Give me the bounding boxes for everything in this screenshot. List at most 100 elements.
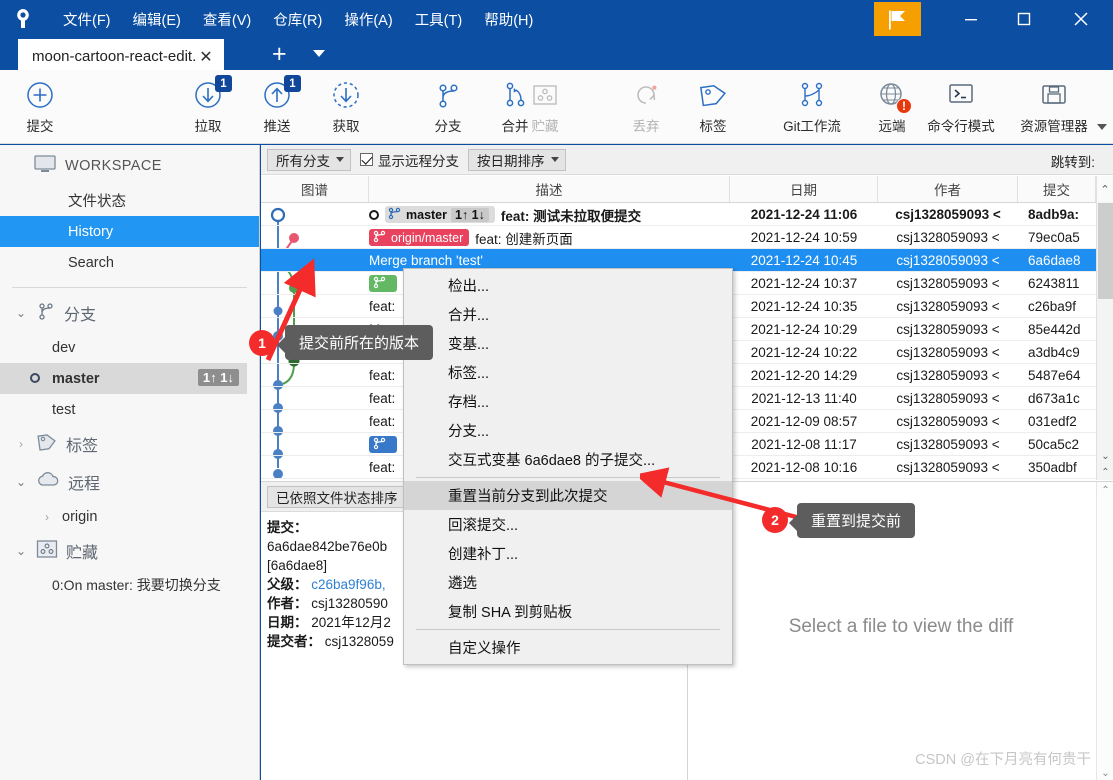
diff-scroll-down-chevron-icon[interactable]: ⌄ <box>1097 765 1113 780</box>
ref-badge-remote[interactable]: origin/master <box>369 229 470 246</box>
tab-close-icon[interactable]: ✕ <box>196 47 215 67</box>
checkbox-icon[interactable] <box>360 153 373 166</box>
scrollbar-thumb[interactable] <box>1098 203 1113 299</box>
branch-filter-dropdown[interactable]: 所有分支 <box>267 148 351 171</box>
menu-item-checkout[interactable]: 检出... <box>404 271 732 300</box>
scroll-down-chevron-icon[interactable]: ⌄ <box>1097 448 1113 464</box>
commit-message: feat: <box>369 368 396 383</box>
column-header-commit[interactable]: 提交 <box>1018 176 1096 202</box>
annotation-callout-2: 重置到提交前 <box>788 503 916 538</box>
diff-scroll-up-chevron-icon[interactable]: ⌃ <box>1097 482 1113 498</box>
chevron-down-icon[interactable]: ⌄ <box>14 544 28 558</box>
toolbar-fetch[interactable]: 获取 <box>310 78 382 138</box>
menu-bar[interactable]: 文件(F) 编辑(E) 查看(V) 仓库(R) 操作(A) 工具(T) 帮助(H… <box>52 0 544 38</box>
minimize-button[interactable] <box>948 2 994 36</box>
menu-item-create-patch[interactable]: 创建补丁... <box>404 539 732 568</box>
detail-parent-value[interactable]: c26ba9f96b, <box>311 577 385 592</box>
toolbar-tag[interactable]: 标签 <box>677 78 749 138</box>
plus-circle-icon <box>25 78 55 112</box>
repo-tab[interactable]: moon-cartoon-react-edit. ✕ <box>18 39 224 70</box>
sidebar-group-tags[interactable]: › 标签 <box>0 425 259 463</box>
sidebar-branch-test[interactable]: test <box>0 394 259 425</box>
menu-item-reverse-commit[interactable]: 回滚提交... <box>404 510 732 539</box>
scroll-end-chevron-icon[interactable]: ⌃ <box>1097 464 1113 480</box>
menu-view[interactable]: 查看(V) <box>192 6 262 33</box>
ref-badge-local-branch[interactable] <box>369 275 397 292</box>
table-row[interactable]: master 1↑ 1↓ feat: 测试未拉取便提交 2021-12-24 1… <box>261 203 1096 226</box>
column-header-description[interactable]: 描述 <box>369 176 730 202</box>
discard-icon <box>632 78 660 112</box>
column-header-author[interactable]: 作者 <box>878 176 1018 202</box>
toolbar-commit[interactable]: 提交 <box>4 78 76 138</box>
menu-item-rebase[interactable]: 变基... <box>404 329 732 358</box>
diff-scrollbar[interactable]: ⌃ ⌄ <box>1096 482 1113 780</box>
menu-help[interactable]: 帮助(H) <box>473 6 544 33</box>
menu-item-tag[interactable]: 标签... <box>404 358 732 387</box>
menu-repository[interactable]: 仓库(R) <box>262 6 333 33</box>
commit-message: feat: 测试未拉取便提交 <box>500 208 642 224</box>
toolbar-pull[interactable]: 1 拉取 <box>172 75 244 138</box>
sidebar-item-history[interactable]: History <box>0 216 259 247</box>
table-row[interactable]: origin/master feat: 创建新页面 2021-12-24 10:… <box>261 226 1096 249</box>
detail-date-key: 日期： <box>267 615 308 630</box>
toolbar-fetch-label: 获取 <box>332 119 360 134</box>
ref-badge-local[interactable]: master 1↑ 1↓ <box>385 206 495 223</box>
sidebar-branch-master[interactable]: master 1↑ 1↓ <box>0 363 247 394</box>
new-tab-button[interactable]: + <box>272 42 287 67</box>
toolbar-push[interactable]: 1 推送 <box>241 75 313 138</box>
sidebar-remote-origin[interactable]: › origin <box>0 501 259 532</box>
chevron-down-icon[interactable]: ⌄ <box>14 306 28 320</box>
flag-button[interactable] <box>874 2 921 36</box>
branch-glyph-icon <box>387 207 402 223</box>
ahead-behind-inline: 1↑ 1↓ <box>451 207 489 222</box>
detail-commit-value: 6a6dae842be76e0b <box>267 539 388 554</box>
sort-order-dropdown[interactable]: 按日期排序 <box>468 148 566 171</box>
menu-item-reset-branch-to-commit[interactable]: 重置当前分支到此次提交 <box>404 481 732 510</box>
menu-actions[interactable]: 操作(A) <box>333 6 403 33</box>
sidebar-group-remotes[interactable]: ⌄ 远程 <box>0 463 259 501</box>
toolbar-stash[interactable]: 贮藏 <box>509 78 581 138</box>
close-button[interactable] <box>1058 2 1104 36</box>
sidebar-group-stashes[interactable]: ⌄ 贮藏 <box>0 532 259 570</box>
toolbar-gitflow[interactable]: Git工作流 <box>766 78 858 138</box>
menu-item-copy-sha[interactable]: 复制 SHA 到剪贴板 <box>404 597 732 626</box>
chevron-down-icon[interactable]: ⌄ <box>14 475 28 489</box>
maximize-button[interactable] <box>1001 2 1047 36</box>
sidebar-group-branches[interactable]: ⌄ 分支 <box>0 294 259 332</box>
menu-file[interactable]: 文件(F) <box>52 6 122 33</box>
chevron-right-icon[interactable]: › <box>14 437 28 451</box>
branch-icon <box>36 301 56 326</box>
commit-sha: 350adbf <box>1028 460 1077 475</box>
menu-item-custom-actions[interactable]: 自定义操作 <box>404 633 732 662</box>
commit-table-scrollbar[interactable]: ⌄ ⌃ <box>1096 202 1113 480</box>
toolbar-terminal[interactable]: 命令行模式 <box>915 78 1007 138</box>
menu-item-interactive-rebase[interactable]: 交互式变基 6a6dae8 的子提交... <box>404 445 732 474</box>
toolbar-explorer[interactable]: 资源管理器 <box>1008 78 1100 138</box>
menu-item-cherry-pick[interactable]: 遴选 <box>404 568 732 597</box>
menu-item-merge[interactable]: 合并... <box>404 300 732 329</box>
menu-tools[interactable]: 工具(T) <box>404 6 474 33</box>
file-sort-dropdown[interactable]: 已依照文件状态排序 <box>267 485 405 508</box>
ref-badge-local-branch[interactable] <box>369 436 397 453</box>
column-header-graph[interactable]: 图谱 <box>261 176 369 202</box>
toolbar-branch[interactable]: 分支 <box>412 78 484 138</box>
sidebar-stash-item[interactable]: 0:On master: 我要切换分支 <box>0 570 259 600</box>
menu-item-archive[interactable]: 存档... <box>404 387 732 416</box>
toolbar-discard[interactable]: 丢弃 <box>610 78 682 138</box>
show-remote-branches-checkbox[interactable]: 显示远程分支 <box>360 150 459 170</box>
menu-edit[interactable]: 编辑(E) <box>122 6 192 33</box>
column-header-date[interactable]: 日期 <box>730 176 878 202</box>
sidebar-branch-dev[interactable]: dev <box>0 332 259 363</box>
menu-item-branch[interactable]: 分支... <box>404 416 732 445</box>
chevron-right-icon[interactable]: › <box>40 510 54 524</box>
toolbar-overflow-chevron-down-icon[interactable] <box>1097 124 1107 130</box>
commit-context-menu[interactable]: 检出... 合并... 变基... 标签... 存档... 分支... 交互式变… <box>403 268 733 665</box>
tab-list-chevron-down-icon[interactable] <box>313 50 325 57</box>
sidebar-item-search[interactable]: Search <box>0 247 259 278</box>
commit-table-header: 图谱 描述 日期 作者 提交 <box>261 176 1113 203</box>
table-scroll-up-chevron-icon[interactable]: ⌃ <box>1096 176 1113 202</box>
arrow-up-circle-icon: 1 <box>262 75 301 112</box>
close-icon <box>1074 12 1088 26</box>
sidebar-item-file-status[interactable]: 文件状态 <box>0 185 259 216</box>
commit-date: 2021-12-09 08:57 <box>750 414 858 429</box>
